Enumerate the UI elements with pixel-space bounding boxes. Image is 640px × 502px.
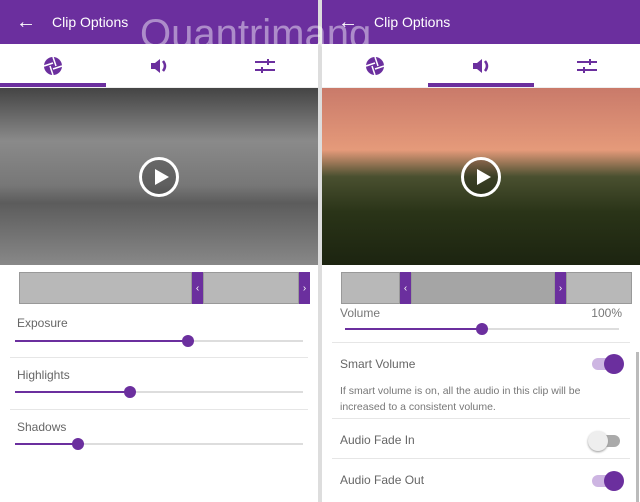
smart-volume-label: Smart Volume (340, 357, 416, 371)
page-title: Clip Options (374, 14, 451, 30)
clip-options-color-screen: ← Clip Options ‹ › Exposure Highlights S… (0, 0, 318, 502)
slider-label: Exposure (17, 316, 68, 330)
tab-color[interactable] (322, 44, 428, 87)
tab-adjust[interactable] (534, 44, 640, 87)
trim-segment (341, 272, 400, 304)
video-preview[interactable] (0, 88, 318, 265)
trim-segment (203, 272, 299, 304)
tab-adjust[interactable] (212, 44, 318, 87)
audio-fade-in-toggle[interactable] (588, 431, 620, 451)
back-button[interactable]: ← (322, 11, 374, 34)
speaker-icon (151, 58, 167, 73)
smart-volume-description: If smart volume is on, all the audio in … (340, 385, 581, 413)
tab-bar (322, 44, 640, 88)
volume-label: Volume (340, 306, 381, 320)
audio-fade-in-label: Audio Fade In (340, 433, 415, 447)
play-button[interactable] (461, 156, 501, 197)
scrollbar[interactable] (636, 352, 639, 502)
tab-audio[interactable] (428, 44, 534, 87)
trim-segment (566, 272, 632, 304)
aperture-icon (365, 56, 385, 75)
sliders-icon (577, 58, 597, 73)
speaker-icon (473, 58, 489, 73)
slider-thumb[interactable] (476, 323, 488, 335)
slider-label: Highlights (17, 368, 70, 382)
audio-fade-out-label: Audio Fade Out (340, 473, 425, 487)
trim-selected-segment (411, 272, 555, 304)
trim-bar[interactable]: ‹ › (341, 272, 632, 304)
play-button[interactable] (139, 156, 179, 197)
back-button[interactable]: ← (0, 11, 52, 34)
trim-bar[interactable]: ‹ › (19, 272, 310, 304)
tab-bar (0, 44, 318, 88)
page-title: Clip Options (52, 14, 129, 30)
divider (332, 458, 630, 459)
volume-slider[interactable] (345, 323, 619, 335)
tab-audio[interactable] (106, 44, 212, 87)
app-header: ← Clip Options (322, 0, 640, 44)
tab-color[interactable] (0, 44, 106, 87)
slider-thumb[interactable] (124, 386, 137, 398)
highlights-slider[interactable] (15, 386, 303, 398)
app-header: ← Clip Options (0, 0, 318, 44)
trim-handle-right[interactable]: › (299, 272, 310, 304)
trim-handle-right[interactable]: › (555, 272, 566, 304)
aperture-icon (43, 56, 63, 75)
clip-options-audio-screen: ← Clip Options ‹ › Volume 100% Smart Vol… (322, 0, 640, 502)
trim-segment (19, 272, 192, 304)
slider-thumb[interactable] (72, 438, 85, 450)
slider-label: Shadows (17, 420, 67, 434)
trim-handle-left[interactable]: ‹ (192, 272, 203, 304)
divider (10, 357, 308, 358)
divider (332, 418, 630, 419)
divider (332, 342, 630, 343)
video-preview[interactable] (322, 88, 640, 265)
audio-fade-out-toggle[interactable] (592, 471, 624, 491)
volume-header: Volume 100% (340, 306, 622, 321)
divider (10, 409, 308, 410)
smart-volume-toggle[interactable] (592, 354, 624, 374)
exposure-slider[interactable] (15, 335, 303, 347)
volume-value: 100% (591, 306, 622, 320)
slider-thumb[interactable] (181, 335, 194, 347)
shadows-slider[interactable] (15, 438, 303, 450)
sliders-icon (255, 58, 275, 73)
trim-handle-left[interactable]: ‹ (400, 272, 411, 304)
